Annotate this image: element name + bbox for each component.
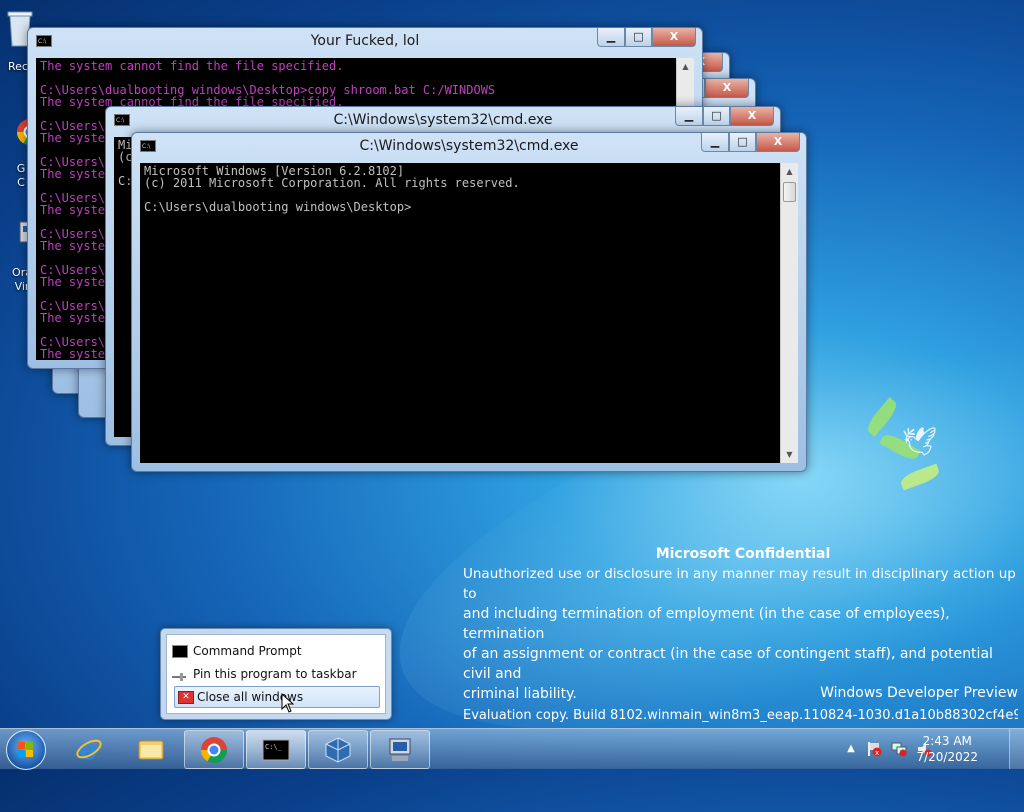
svg-text:x: x [875,749,879,757]
cmd-icon: C:\_ [262,736,290,764]
confidential-notice: Microsoft Confidential Unauthorized use … [463,544,1023,704]
computer-icon [386,736,414,764]
maximize-button[interactable]: □ [703,107,730,126]
taskbar-internet-explorer[interactable]: e [60,730,118,767]
console-text: Microsoft Windows [Version 6.2.8102] (c)… [144,164,520,214]
jumplist-item-pin[interactable]: Pin this program to taskbar [169,664,383,684]
maximize-button[interactable]: □ [729,133,756,152]
taskbar-virtualbox[interactable] [308,730,368,769]
taskbar-command-prompt[interactable]: C:\_ [246,730,306,769]
taskbar-clock[interactable]: 2:43 AM 7/20/2022 [916,733,978,765]
svg-text:e: e [79,735,97,763]
minimize-button[interactable]: ▁ [701,133,729,152]
cmd-window-front[interactable]: C:\ C:\Windows\system32\cmd.exe ▁ □ X Mi… [131,132,807,472]
action-center-flag-icon[interactable]: x [866,741,882,757]
taskbar-installer[interactable] [370,730,430,769]
wallpaper-bird-icon: 🕊 [902,425,938,458]
desktop-icon-label: G C [16,162,26,189]
window-controls: ▁ □ X [675,107,774,126]
chrome-icon [200,736,228,764]
cmd-icon [172,645,188,658]
scrollbar[interactable]: ▲ ▼ [780,163,798,463]
pin-icon [172,668,186,681]
svg-text:C:\_: C:\_ [265,743,283,751]
taskbar-jumplist: Command Prompt Pin this program to taskb… [160,628,392,720]
scroll-thumb[interactable] [783,182,796,202]
close-button[interactable]: X [730,107,774,126]
build-preview-label: Windows Developer Preview [820,685,1018,701]
minimize-button[interactable]: ▁ [675,107,703,126]
scroll-up-icon[interactable]: ▲ [781,163,798,180]
scroll-down-icon[interactable]: ▼ [781,446,798,463]
jumplist-item-command-prompt[interactable]: Command Prompt [169,641,383,661]
jumplist-item-label: Pin this program to taskbar [193,667,357,681]
confidential-line: of an assignment or contract (in the cas… [463,646,993,682]
network-icon[interactable] [891,741,907,757]
jumplist-item-close-all[interactable]: ✕ Close all windows [174,686,380,708]
confidential-line: Unauthorized use or disclosure in any ma… [463,566,1016,602]
close-button[interactable]: X [756,133,800,152]
close-button[interactable]: X [705,79,749,98]
taskbar-windows-explorer[interactable] [122,730,180,767]
taskbar: e C:\_ ▲ x 2:43 AM 7/20/2022 [0,728,1024,770]
maximize-button[interactable]: □ [625,28,652,47]
close-button[interactable]: X [652,28,696,47]
jumplist-item-label: Command Prompt [193,644,302,658]
scroll-up-icon[interactable]: ▲ [677,58,694,75]
build-evaluation-label: Evaluation copy. Build 8102.winmain_win8… [463,708,1018,723]
minimize-button[interactable]: ▁ [597,28,625,47]
mouse-cursor-icon [281,692,295,717]
window-controls: ▁ □ X [597,28,696,47]
clock-time: 2:43 AM [922,734,972,748]
show-desktop-button[interactable] [1009,729,1024,769]
taskbar-chrome[interactable] [184,730,244,769]
window-controls: ▁ □ X [701,133,800,152]
virtualbox-icon [324,736,352,764]
desktop-icon-label: Rec [8,60,28,73]
console-output[interactable]: Microsoft Windows [Version 6.2.8102] (c)… [140,163,798,463]
clock-date: 7/20/2022 [916,750,978,764]
confidential-line: and including termination of employment … [463,606,950,642]
ie-icon: e [75,733,103,766]
close-window-icon: ✕ [178,691,194,704]
tray-overflow-icon[interactable]: ▲ [843,741,859,757]
windows-logo-icon [18,742,34,758]
folder-icon [137,735,165,763]
confidential-heading: Microsoft Confidential [655,546,831,562]
start-button[interactable] [6,730,46,770]
